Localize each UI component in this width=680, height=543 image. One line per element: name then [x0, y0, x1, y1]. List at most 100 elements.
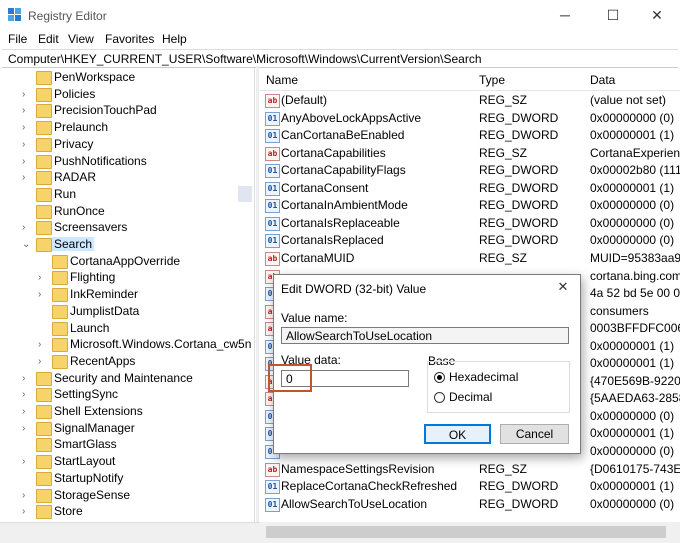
- value-data: 0x00000001 (1): [590, 180, 675, 195]
- minimize-button[interactable]: ─: [542, 0, 588, 30]
- value-type: REG_DWORD: [479, 233, 559, 248]
- title-bar: Registry Editor ─ ☐ ✕: [0, 0, 680, 30]
- string-value-icon: ab: [265, 462, 280, 477]
- address-bar[interactable]: Computer\HKEY_CURRENT_USER\Software\Micr…: [2, 49, 678, 68]
- decimal-radio[interactable]: [434, 392, 445, 403]
- chevron-right-icon[interactable]: ›: [22, 386, 34, 403]
- value-row[interactable]: 01 CanCortanaBeEnabled REG_DWORD 0x00000001…: [260, 127, 680, 144]
- chevron-right-icon[interactable]: ›: [22, 487, 34, 504]
- value-data-highlight: [268, 364, 312, 392]
- value-row[interactable]: 01 AnyAboveLockAppsActive REG_DWORD 0x00000…: [260, 110, 680, 127]
- tree-item-label: Microsoft.Windows.Cortana_cw5n: [70, 337, 252, 352]
- value-type: REG_SZ: [479, 145, 528, 160]
- chevron-right-icon[interactable]: ›: [22, 169, 34, 186]
- value-row[interactable]: 01 CortanaCapabilityFlags REG_DWORD 0x00002…: [260, 162, 680, 179]
- folder-icon: [52, 271, 68, 286]
- value-name: CortanaInAmbientMode: [281, 198, 408, 213]
- chevron-right-icon[interactable]: ›: [22, 453, 34, 470]
- value-row[interactable]: ab NamespaceSettingsRevision REG_SZ {D06101…: [260, 461, 680, 478]
- value-type: REG_DWORD: [479, 198, 559, 213]
- chevron-right-icon[interactable]: ›: [22, 102, 34, 119]
- menu-favorites[interactable]: Favorites: [105, 32, 154, 46]
- chevron-down-icon[interactable]: ⌄: [22, 236, 34, 253]
- address-path: Computer\HKEY_CURRENT_USER\Software\Micr…: [8, 52, 482, 66]
- folder-icon: [36, 171, 52, 186]
- decimal-label[interactable]: Decimal: [449, 390, 492, 404]
- column-name-header[interactable]: Name: [266, 73, 298, 87]
- tree-item-label: Privacy: [54, 136, 94, 151]
- value-name-field[interactable]: [281, 327, 569, 344]
- tree-item-label: RecentApps: [70, 353, 136, 368]
- value-data: 0x00000000 (0): [590, 496, 675, 511]
- maximize-button[interactable]: ☐: [590, 0, 636, 30]
- ok-button[interactable]: OK: [424, 424, 491, 444]
- scrollbar-thumb[interactable]: [266, 526, 666, 538]
- folder-icon: [36, 187, 52, 202]
- folder-icon: [36, 438, 52, 453]
- chevron-right-icon[interactable]: ›: [38, 353, 50, 370]
- close-button[interactable]: ✕: [634, 0, 680, 30]
- value-row[interactable]: 01 AllowSearchToUseLocation REG_DWORD 0x000…: [260, 496, 680, 513]
- menu-help[interactable]: Help: [162, 32, 187, 46]
- hexadecimal-label[interactable]: Hexadecimal: [449, 370, 518, 384]
- tree-item-label: Policies: [54, 86, 96, 101]
- value-row[interactable]: 01 CortanaIsReplaceable REG_DWORD 0x0000000…: [260, 215, 680, 232]
- value-row[interactable]: 01 CortanaIsReplaced REG_DWORD 0x00000000 (…: [260, 232, 680, 249]
- chevron-right-icon[interactable]: ›: [22, 153, 34, 170]
- value-type: REG_DWORD: [479, 180, 559, 195]
- tree-item-label: Store: [54, 504, 83, 519]
- folder-icon: [36, 455, 52, 470]
- tree-item-label: PrecisionTouchPad: [54, 103, 157, 118]
- chevron-right-icon[interactable]: ›: [22, 503, 34, 520]
- value-name: CortanaIsReplaced: [281, 233, 384, 248]
- key-tree: PenWorkspace › Policies › PrecisionTouchPad ›…: [2, 68, 255, 522]
- binary-value-icon: 01: [265, 199, 280, 214]
- column-type-header[interactable]: Type: [479, 73, 505, 87]
- chevron-right-icon[interactable]: ›: [22, 136, 34, 153]
- horizontal-scrollbar[interactable]: [260, 522, 680, 542]
- hexadecimal-radio[interactable]: [434, 372, 445, 383]
- folder-icon: [52, 288, 68, 303]
- value-row[interactable]: ab CortanaMUID REG_SZ MUID=95383aa98: [260, 250, 680, 267]
- value-data: {470E569B-9220-4: [590, 373, 680, 388]
- tree-item-label: StorageSense: [54, 487, 131, 502]
- folder-icon: [52, 354, 68, 369]
- value-row[interactable]: ab (Default) REG_SZ (value not set): [260, 92, 680, 109]
- menu-view[interactable]: View: [68, 32, 94, 46]
- chevron-right-icon[interactable]: ›: [22, 370, 34, 387]
- menu-file[interactable]: File: [8, 32, 27, 46]
- string-value-icon: ab: [265, 146, 280, 161]
- chevron-right-icon[interactable]: ›: [38, 336, 50, 353]
- value-data: 0x00000000 (0): [590, 408, 675, 423]
- dialog-close-icon[interactable]: ✕: [550, 276, 576, 298]
- value-data: 0x00000000 (0): [590, 198, 675, 213]
- tree-scroll-marker[interactable]: [238, 186, 252, 202]
- list-header: Name Type Data: [260, 68, 680, 91]
- window-title: Registry Editor: [28, 9, 107, 23]
- folder-icon: [52, 254, 68, 269]
- tree-item-label: PushNotifications: [54, 153, 147, 168]
- value-row[interactable]: 01 CortanaInAmbientMode REG_DWORD 0x0000000…: [260, 197, 680, 214]
- chevron-right-icon[interactable]: ›: [38, 269, 50, 286]
- chevron-right-icon[interactable]: ›: [22, 403, 34, 420]
- chevron-right-icon[interactable]: ›: [38, 286, 50, 303]
- value-row[interactable]: 01 CortanaConsent REG_DWORD 0x00000001 (1): [260, 180, 680, 197]
- chevron-right-icon[interactable]: ›: [22, 219, 34, 236]
- chevron-right-icon[interactable]: ›: [22, 86, 34, 103]
- chevron-right-icon[interactable]: ›: [22, 119, 34, 136]
- folder-icon: [36, 137, 52, 152]
- pane-splitter[interactable]: [256, 66, 259, 522]
- value-data: 4a 52 bd 5e 00 0: [590, 286, 680, 301]
- value-row[interactable]: ab CortanaCapabilities REG_SZ CortanaExperi…: [260, 145, 680, 162]
- cancel-button[interactable]: Cancel: [500, 424, 569, 444]
- value-row[interactable]: 01 ReplaceCortanaCheckRefreshed REG_DWORD 0…: [260, 478, 680, 495]
- tree-item-label: StartupNotify: [54, 470, 124, 485]
- folder-icon: [52, 304, 68, 319]
- column-data-header[interactable]: Data: [590, 73, 615, 87]
- folder-icon: [36, 238, 52, 252]
- value-data: 0x00000001 (1): [590, 426, 675, 441]
- chevron-right-icon[interactable]: ›: [22, 420, 34, 437]
- menu-edit[interactable]: Edit: [38, 32, 59, 46]
- binary-value-icon: 01: [265, 181, 280, 196]
- value-type: REG_SZ: [479, 93, 528, 107]
